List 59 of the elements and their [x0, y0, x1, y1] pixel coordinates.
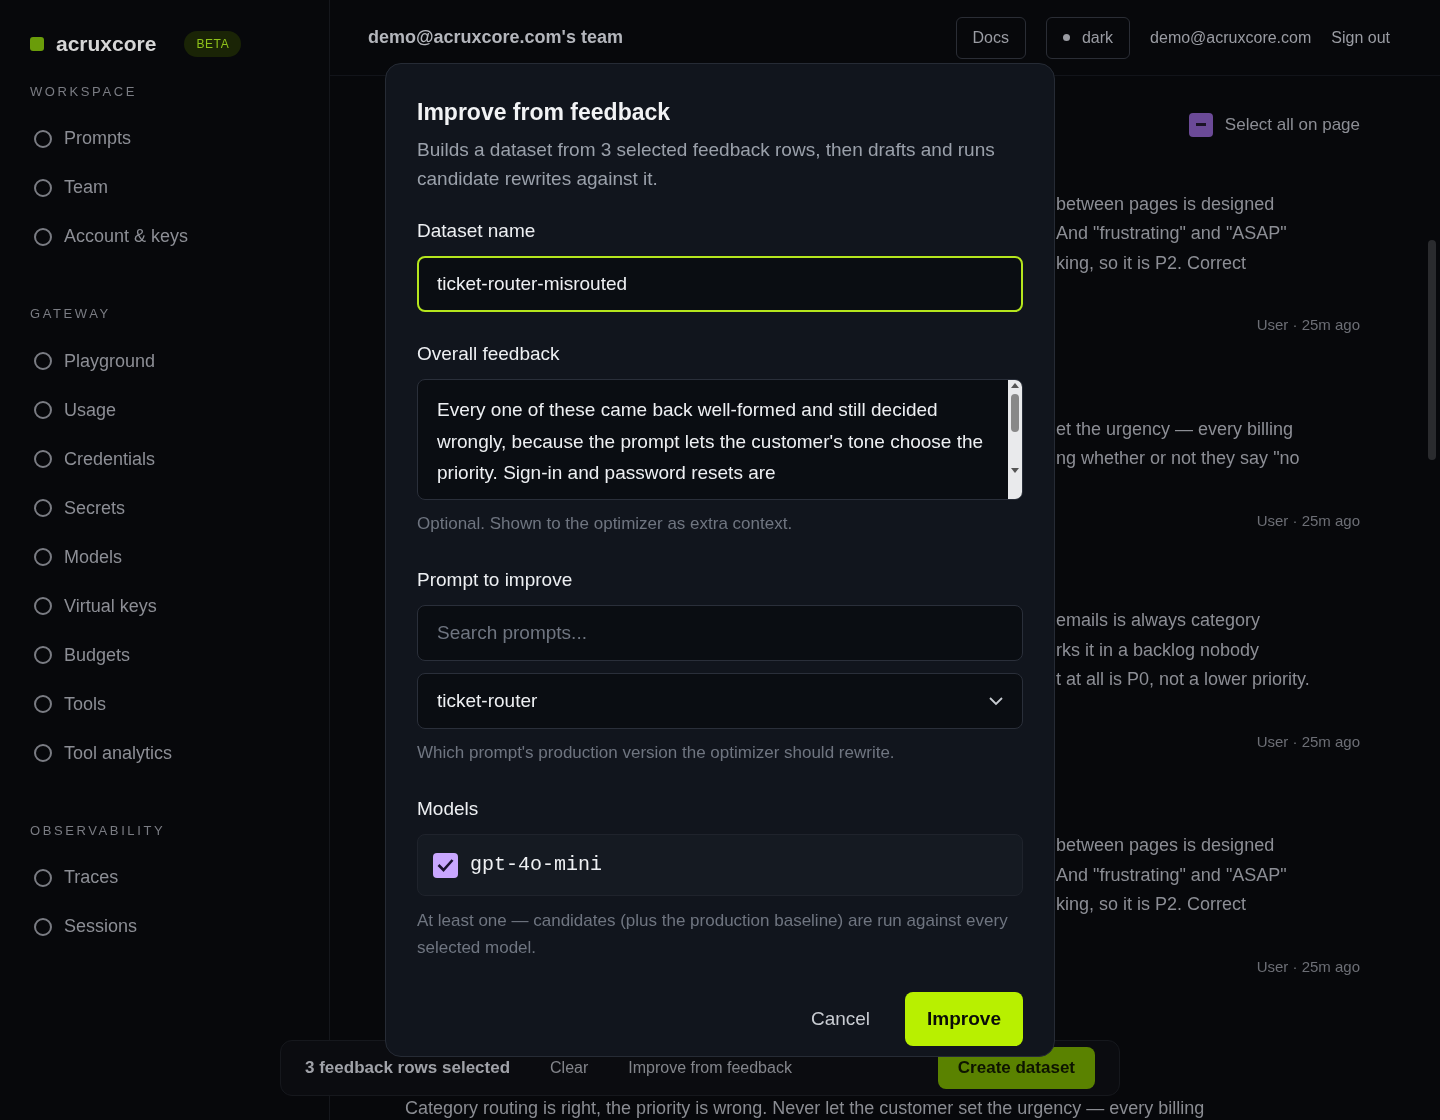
- logo-text: acruxcore: [56, 31, 157, 57]
- nav-icon: [34, 744, 52, 762]
- dialog-description: Builds a dataset from 3 selected feedback rows, then drafts and runs candidate rewrites against it.: [417, 138, 996, 191]
- field-hint: At least one — candidates (plus the production baseline) are run against every selected model.: [417, 910, 1009, 959]
- field-label: Overall feedback: [417, 341, 561, 366]
- nav-icon: [34, 597, 52, 615]
- section-heading: OBSERVABILITY: [30, 821, 167, 840]
- nav-icon: [34, 129, 52, 148]
- nav-icon: [34, 646, 52, 664]
- feedback-text: between pages is designed And "frustrating" and "ASAP" king, so it is P2. Correct: [1056, 834, 1288, 916]
- select-all-label: Select all on page: [1224, 114, 1360, 136]
- team-name: demo@acruxcore.com's team: [368, 26, 623, 49]
- improve-button[interactable]: Improve: [905, 992, 1023, 1046]
- docs-button[interactable]: Docs: [955, 16, 1026, 59]
- nav-icon: [34, 868, 52, 887]
- logo-icon: [30, 36, 44, 51]
- feedback-meta: User · 25m ago: [1256, 956, 1360, 977]
- nav-icon: [34, 178, 52, 197]
- beta-badge: BETA: [184, 30, 242, 57]
- nav-icon: [34, 227, 52, 246]
- nav-icon: [34, 917, 52, 936]
- field-hint: Which prompt's production version the optimizer should rewrite.: [417, 742, 896, 764]
- sign-out-link[interactable]: Sign out: [1331, 25, 1390, 50]
- model-option[interactable]: gpt-4o-mini: [417, 834, 1023, 896]
- feedback-text: between pages is designed And "frustrating" and "ASAP" king, so it is P2. Correct: [1056, 192, 1288, 275]
- dataset-name-input[interactable]: ticket-router-misrouted: [417, 255, 1023, 312]
- feedback-text: Category routing is right, the priority is wrong. Never let the customer set the urgency — every billing: [405, 1098, 1205, 1118]
- selection-count: 3 feedback rows selected: [305, 1057, 511, 1080]
- field-label: Dataset name: [417, 219, 537, 243]
- moon-icon: [1062, 34, 1070, 41]
- overall-feedback-textarea[interactable]: Every one of these came back well-formed and still decided wrongly, because the prompt lets the customer's tone choose the priority. Sign-in and password resets are: [417, 379, 1023, 500]
- dialog-title: Improve from feedback: [417, 98, 672, 127]
- section-heading: WORKSPACE: [30, 82, 138, 101]
- feedback-meta: User · 25m ago: [1256, 731, 1360, 752]
- field-hint: Optional. Shown to the optimizer as extra context.: [417, 513, 794, 535]
- checkbox[interactable]: [1188, 112, 1213, 137]
- check-icon: [437, 858, 454, 872]
- nav-icon: [34, 450, 52, 468]
- search-prompts-input[interactable]: Search prompts...: [417, 605, 1023, 661]
- user-email: demo@acruxcore.com: [1150, 27, 1312, 48]
- nav-icon: [34, 695, 52, 713]
- feedback-meta: User · 25m ago: [1256, 315, 1360, 335]
- checkbox[interactable]: [433, 852, 458, 878]
- feedback-text: emails is always category rks it in a backlog nobody t at all is P0, not a lower priority.: [1056, 609, 1311, 691]
- section-heading: GATEWAY: [30, 305, 112, 323]
- cancel-button[interactable]: Cancel: [810, 1004, 871, 1034]
- chevron-down-icon: [989, 696, 1003, 706]
- nav-icon: [34, 548, 52, 566]
- nav-icon: [34, 499, 52, 517]
- prompt-select[interactable]: ticket-router: [417, 673, 1023, 729]
- nav-icon: [34, 352, 52, 370]
- field-label: Models: [417, 796, 480, 821]
- feedback-text: et the urgency — every billing ng whether or not they say "no: [1056, 417, 1301, 470]
- feedback-meta: User · 25m ago: [1256, 510, 1360, 531]
- clear-button[interactable]: Clear: [550, 1056, 589, 1080]
- nav-icon: [34, 401, 52, 419]
- theme-button[interactable]: dark: [1045, 16, 1131, 59]
- improve-feedback-button[interactable]: Improve from feedback: [628, 1056, 792, 1080]
- field-label: Prompt to improve: [417, 567, 574, 592]
